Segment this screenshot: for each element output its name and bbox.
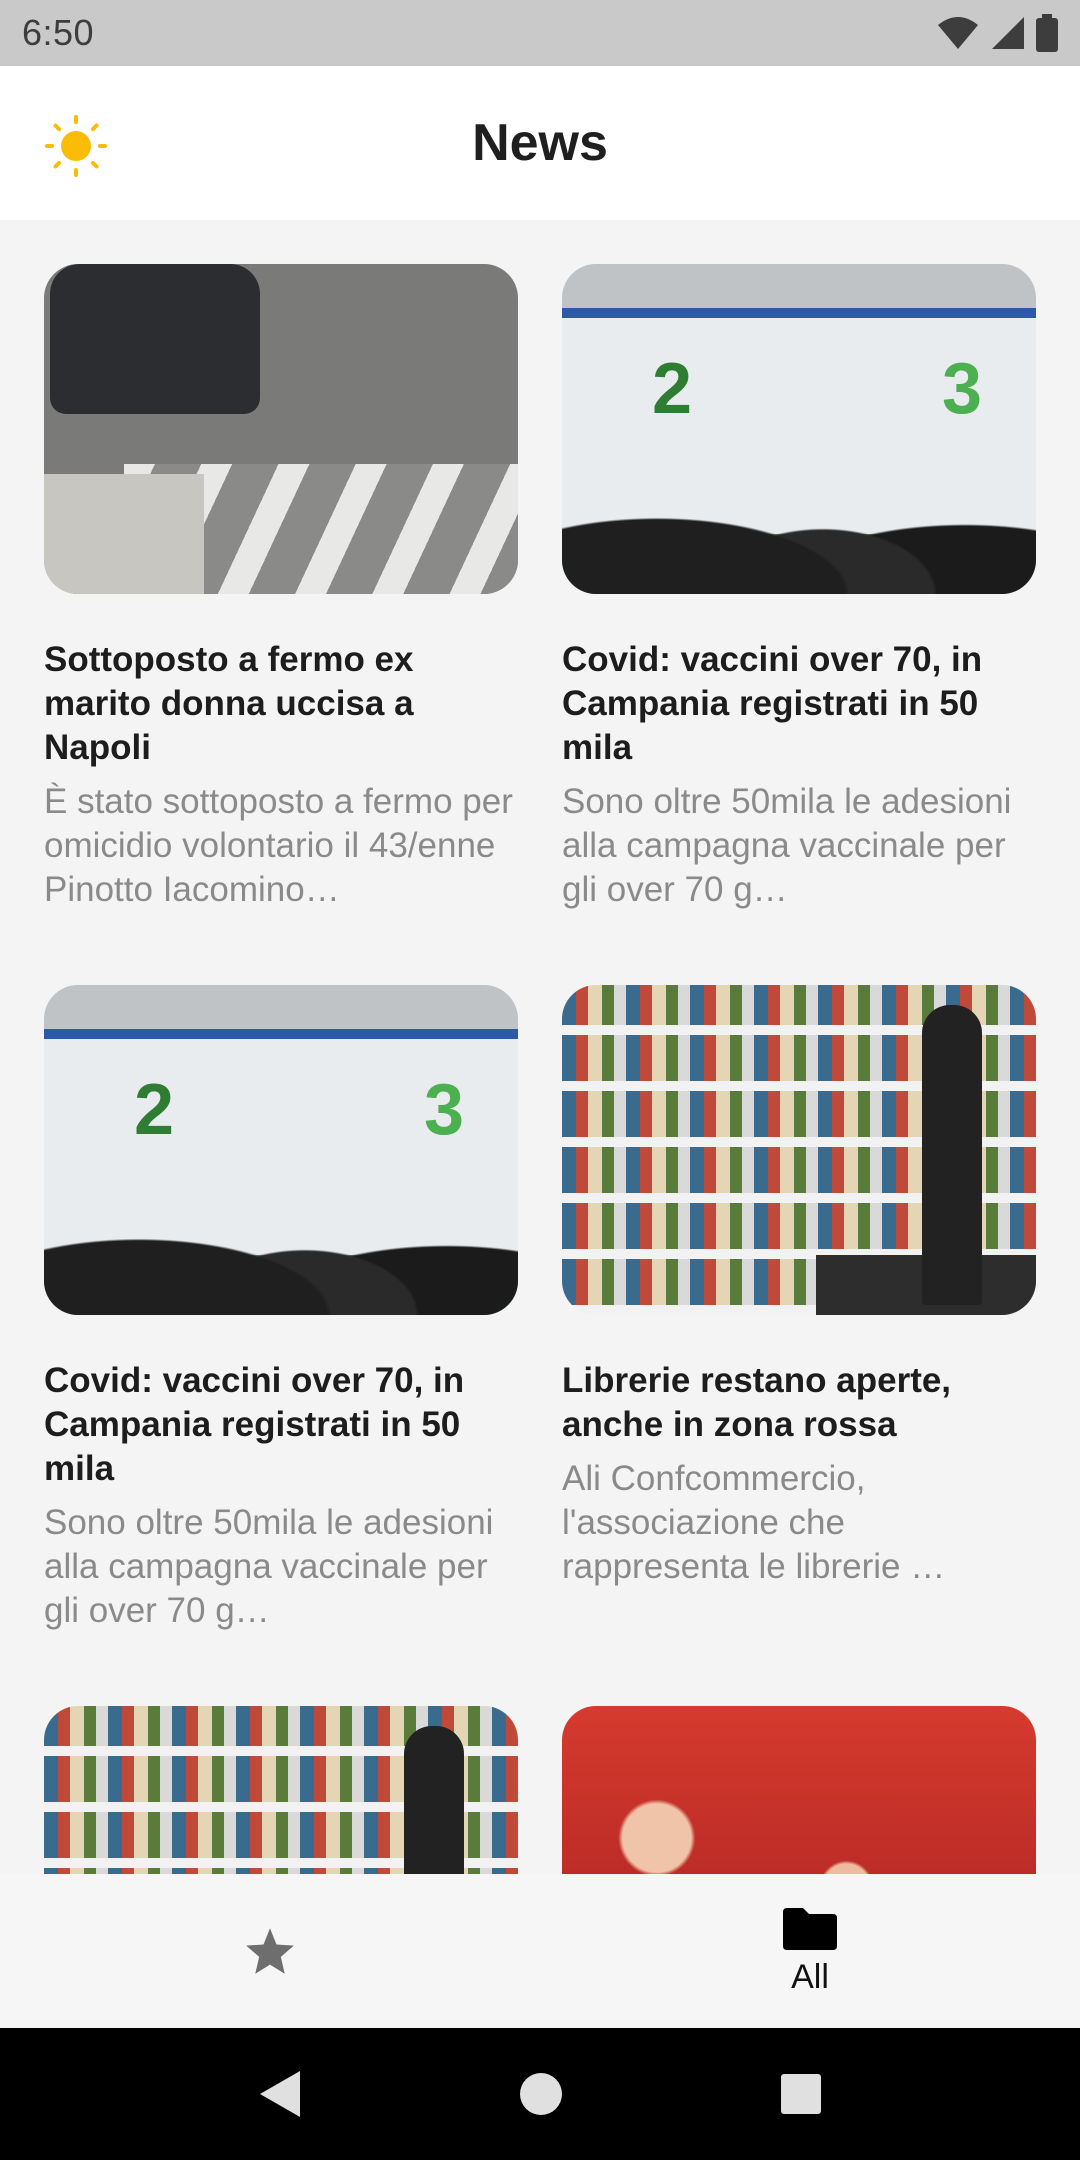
news-title: Covid: vaccini over 70, in Campania regi… [562,640,983,767]
news-title: Sottoposto a fermo ex marito donna uccis… [44,640,414,767]
nav-all-label: All [791,1957,829,1996]
home-icon[interactable] [519,2072,563,2116]
news-image: 2 3 [44,985,518,1315]
news-description: Ali Confcommercio, l'associazione che ra… [562,1459,946,1586]
nav-all[interactable]: All [540,1874,1080,2028]
news-card[interactable]: Librerie restano aperte, anche in zona r… [562,985,1036,1589]
news-description: È stato sottoposto a fermo per omicidio … [44,782,513,909]
news-card[interactable] [44,1706,518,1874]
page-title: News [472,114,608,172]
folder-icon [783,1907,837,1950]
news-grid: Sottoposto a fermo ex marito donna uccis… [0,220,1080,1874]
status-time: 6:50 [22,12,95,53]
news-description: Sono oltre 50mila le adesioni alla campa… [44,1503,494,1630]
star-icon [246,1928,294,1974]
news-card[interactable] [562,1706,1036,1874]
news-card[interactable]: Sottoposto a fermo ex marito donna uccis… [44,264,518,912]
system-navigation-bar [0,2028,1080,2160]
news-image: 2 3 [562,264,1036,594]
nav-favorites[interactable] [0,1874,540,2028]
battery-icon [1036,14,1058,52]
news-image [562,985,1036,1315]
news-description: Sono oltre 50mila le adesioni alla campa… [562,782,1012,909]
recents-icon[interactable] [780,2073,822,2115]
bottom-navigation: All [0,1874,1080,2028]
sun-icon [45,115,107,177]
news-image [562,1706,1036,1874]
status-bar: 6:50 [0,0,1080,66]
news-image [44,264,518,594]
signal-icon [992,17,1024,49]
app-bar: News [0,66,1080,220]
news-card[interactable]: 2 3 Covid: vaccini over 70, in Campania … [44,985,518,1633]
image-number: 2 [134,1070,175,1150]
theme-toggle-button[interactable] [40,110,112,182]
news-card[interactable]: 2 3 Covid: vaccini over 70, in Campania … [562,264,1036,912]
status-icons [936,14,1058,52]
news-title: Librerie restano aperte, anche in zona r… [562,1361,952,1444]
news-title: Covid: vaccini over 70, in Campania regi… [44,1361,465,1488]
image-number: 3 [942,349,983,429]
image-number: 2 [652,349,693,429]
back-icon[interactable] [258,2069,302,2119]
wifi-icon [938,17,978,49]
news-image [44,1706,518,1874]
image-number: 3 [424,1070,465,1150]
